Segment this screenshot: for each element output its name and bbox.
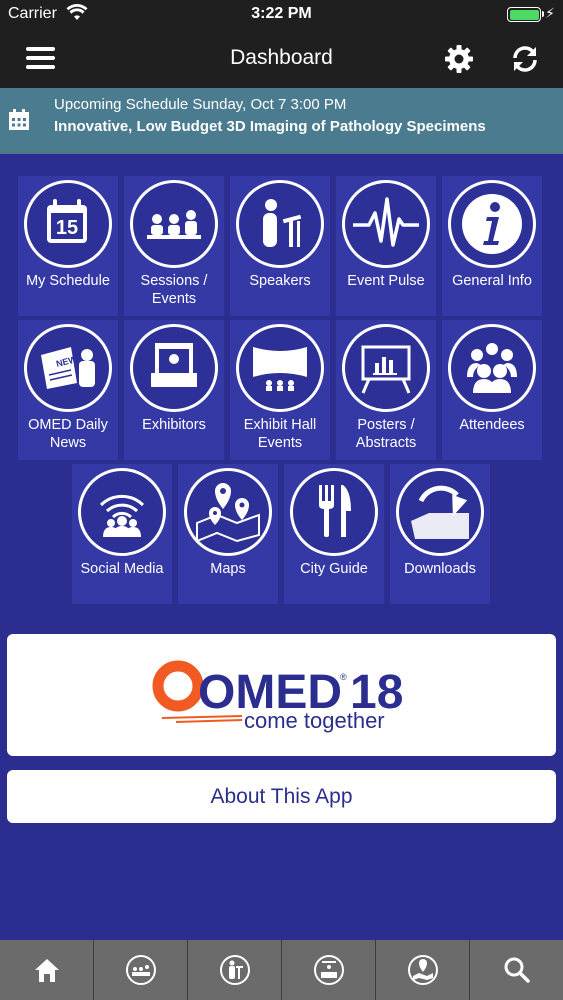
refresh-icon[interactable] (509, 43, 541, 75)
fork-knife-icon (319, 485, 351, 537)
sessions-icon (125, 955, 156, 985)
banner-session-title: Innovative, Low Budget 3D Imaging of Pat… (54, 118, 486, 135)
tile-label: My Schedule (26, 273, 110, 289)
svg-text:®: ® (340, 672, 347, 682)
tile-attendees[interactable]: Attendees (442, 320, 542, 460)
info-icon (462, 194, 522, 254)
exhibit-hall-icon (253, 347, 307, 391)
tile-label: City Guide (300, 561, 368, 577)
battery-icon (507, 7, 541, 22)
tile-downloads[interactable]: Downloads (390, 464, 490, 604)
banner-schedule-date: Upcoming Schedule Sunday, Oct 7 3:00 PM (54, 96, 347, 113)
download-icon (411, 485, 469, 539)
map-pins-icon (196, 483, 260, 543)
gear-icon[interactable] (443, 43, 475, 75)
social-broadcast-icon (99, 494, 145, 537)
pulse-icon (353, 197, 419, 247)
calendar-icon (9, 109, 29, 130)
tile-exhibit-hall-events[interactable]: Exhibit Hall Events (230, 320, 330, 460)
omed-logo-card: OMED 18 ® come together (7, 634, 556, 756)
navigation-bar: Dashboard (0, 30, 563, 88)
speakers-icon (219, 955, 250, 985)
tile-label: Exhibit Hall Events (243, 417, 317, 451)
tile-label: Exhibitors (142, 417, 206, 433)
search-icon (504, 957, 530, 983)
page-title: Dashboard (230, 46, 333, 69)
tile-label: General Info (452, 273, 532, 289)
tile-posters-abstracts[interactable]: Posters / Abstracts (336, 320, 436, 460)
tab-sessions[interactable] (94, 940, 188, 1000)
attendees-icon (467, 343, 517, 393)
tile-sessions-events[interactable]: Sessions / Events (124, 176, 224, 316)
maps-icon (407, 955, 438, 985)
about-this-app-button[interactable]: About This App (7, 770, 556, 823)
upcoming-schedule-banner[interactable]: Upcoming Schedule Sunday, Oct 7 3:00 PM … (0, 88, 563, 154)
tile-label: Attendees (459, 417, 525, 433)
exhibitor-booth-icon (151, 343, 197, 387)
tile-general-info[interactable]: General Info (442, 176, 542, 316)
tab-speakers[interactable] (188, 940, 282, 1000)
tab-search[interactable] (470, 940, 563, 1000)
speaker-podium-icon (263, 199, 302, 247)
logo-tagline: come together (244, 708, 385, 733)
tile-label: OMED Daily News (28, 417, 108, 451)
tab-home[interactable] (0, 940, 94, 1000)
tile-label: Social Media (80, 561, 164, 577)
tab-maps[interactable] (376, 940, 470, 1000)
tile-label: Sessions / Events (140, 273, 208, 307)
svg-text:15: 15 (56, 217, 78, 239)
tile-maps[interactable]: Maps (178, 464, 278, 604)
top-bar: Carrier 3:22 PM ⚡ Dashboard (0, 0, 563, 88)
tile-city-guide[interactable]: City Guide (284, 464, 384, 604)
home-icon (34, 959, 59, 982)
tile-exhibitors[interactable]: Exhibitors (124, 320, 224, 460)
tile-my-schedule[interactable]: 15 My Schedule (18, 176, 118, 316)
audience-icon (147, 210, 201, 239)
poster-board-icon (361, 345, 411, 394)
bottom-tab-bar (0, 940, 563, 1000)
tile-label: Event Pulse (347, 273, 425, 289)
newspaper-icon: NEWS (41, 347, 95, 389)
tile-speakers[interactable]: Speakers (230, 176, 330, 316)
exhibitors-icon (313, 955, 344, 985)
tile-label: Posters / Abstracts (355, 417, 417, 451)
charging-bolt-icon: ⚡ (545, 5, 555, 21)
calendar-15-icon: 15 (47, 199, 87, 243)
tile-omed-daily-news[interactable]: NEWS OMED Daily News (18, 320, 118, 460)
tile-label: Maps (210, 561, 246, 577)
tile-label: Downloads (404, 561, 476, 577)
omed-18-logo: OMED 18 ® come together (152, 660, 403, 733)
status-bar: Carrier 3:22 PM ⚡ (0, 0, 563, 30)
tile-event-pulse[interactable]: Event Pulse (336, 176, 436, 316)
tile-label: Speakers (249, 273, 311, 289)
tile-social-media[interactable]: Social Media (72, 464, 172, 604)
status-time: 3:22 PM (251, 5, 312, 22)
tab-exhibitors[interactable] (282, 940, 376, 1000)
